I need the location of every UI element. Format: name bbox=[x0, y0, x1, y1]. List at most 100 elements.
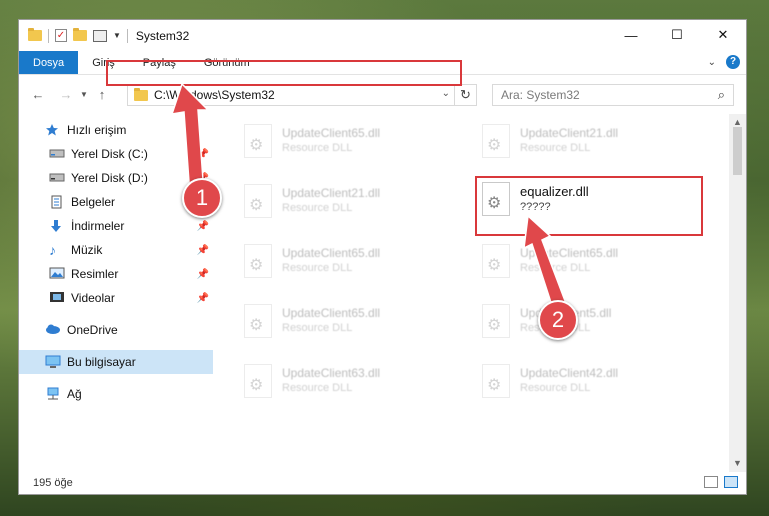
sidebar-item-network[interactable]: Ağ bbox=[19, 382, 213, 406]
pictures-icon bbox=[49, 267, 65, 281]
sidebar-item-label: Yerel Disk (D:) bbox=[71, 171, 148, 185]
file-item[interactable]: UpdateClient63.dll Resource DLL bbox=[240, 358, 460, 410]
step-badge-2: 2 bbox=[538, 300, 578, 340]
sidebar-item-label: Müzik bbox=[71, 243, 103, 257]
sidebar-item-label: OneDrive bbox=[67, 323, 118, 337]
sidebar-item-this-pc[interactable]: Bu bilgisayar bbox=[19, 350, 213, 374]
file-item[interactable]: UpdateClient21.dll Resource DLL bbox=[240, 178, 460, 230]
view-properties-icon[interactable] bbox=[93, 29, 107, 42]
sidebar-item-downloads[interactable]: İndirmeler 📌 bbox=[19, 214, 213, 238]
scroll-down-icon[interactable]: ▼ bbox=[729, 455, 746, 472]
address-highlight-box bbox=[106, 60, 462, 86]
sidebar-item-label: Belgeler bbox=[71, 195, 116, 209]
file-type: Resource DLL bbox=[282, 262, 353, 274]
properties-check-icon[interactable]: ✓ bbox=[55, 29, 67, 42]
search-placeholder: Ara: System32 bbox=[501, 88, 580, 102]
status-bar: 195 öğe bbox=[19, 472, 746, 494]
customize-dropdown-icon[interactable]: ▼ bbox=[113, 31, 121, 40]
file-item[interactable]: UpdateClient65.dllResource DLL bbox=[240, 298, 460, 350]
folder-icon bbox=[28, 28, 42, 41]
drive-icon bbox=[49, 147, 65, 161]
file-item[interactable]: UpdateClient42.dll Resource DLL bbox=[478, 358, 698, 410]
file-name: UpdateClient42.dll bbox=[520, 366, 619, 380]
file-type: Resource DLL bbox=[282, 322, 353, 334]
sidebar-item-label: Bu bilgisayar bbox=[67, 355, 136, 369]
file-item[interactable]: UpdateClient5.dllResource DLL bbox=[478, 298, 698, 350]
pin-icon[interactable]: 📌 bbox=[197, 245, 209, 256]
step-badge-1: 1 bbox=[182, 178, 222, 218]
dll-file-icon bbox=[244, 244, 272, 278]
new-folder-icon[interactable] bbox=[73, 28, 87, 41]
sidebar-item-label: Yerel Disk (C:) bbox=[71, 147, 148, 161]
address-dropdown-icon[interactable]: ⌄ bbox=[442, 88, 450, 99]
documents-icon bbox=[49, 195, 65, 209]
maximize-button[interactable]: ☐ bbox=[654, 20, 700, 50]
scrollbar-thumb[interactable] bbox=[733, 127, 742, 175]
pin-icon[interactable]: 📌 bbox=[197, 269, 209, 280]
file-name: UpdateClient65.dll bbox=[282, 126, 381, 140]
file-name: UpdateClient21.dll bbox=[282, 186, 381, 200]
view-toggle bbox=[704, 476, 738, 488]
up-arrow-icon[interactable]: ↑ bbox=[91, 87, 113, 102]
dll-file-icon bbox=[482, 364, 510, 398]
videos-icon bbox=[49, 291, 65, 305]
close-button[interactable]: ✕ bbox=[700, 20, 746, 50]
explorer-window: ✓ ▼ System32 — ☐ ✕ Dosya Giriş Paylaş Gö… bbox=[18, 19, 747, 495]
dll-file-icon bbox=[482, 244, 510, 278]
toolbar-divider bbox=[48, 28, 49, 43]
window-controls: — ☐ ✕ bbox=[608, 20, 746, 50]
file-type: Resource DLL bbox=[282, 382, 353, 394]
sidebar-item-onedrive[interactable]: OneDrive bbox=[19, 318, 213, 342]
minimize-button[interactable]: — bbox=[608, 20, 654, 50]
dll-file-icon bbox=[482, 304, 510, 338]
back-arrow-icon[interactable]: ← bbox=[27, 87, 49, 102]
drive-icon bbox=[49, 171, 65, 185]
file-name: UpdateClient21.dll bbox=[520, 126, 619, 140]
dll-file-icon bbox=[244, 184, 272, 218]
dll-file-icon bbox=[244, 124, 272, 158]
details-view-icon[interactable] bbox=[704, 476, 718, 488]
expand-ribbon-icon[interactable]: ⌄ bbox=[708, 57, 716, 68]
file-item[interactable]: UpdateClient21.dll Resource DLL bbox=[478, 118, 698, 170]
dll-file-icon bbox=[244, 304, 272, 338]
window-title: System32 bbox=[135, 28, 190, 43]
item-count: 195 öğe bbox=[33, 477, 73, 489]
cloud-icon bbox=[45, 323, 61, 337]
file-highlight-box bbox=[475, 176, 703, 236]
file-item[interactable]: UpdateClient65.dllResource DLL bbox=[478, 238, 698, 290]
folder-icon bbox=[134, 87, 148, 101]
refresh-icon[interactable]: ↻ bbox=[454, 85, 476, 105]
recent-locations-icon[interactable]: ▼ bbox=[77, 90, 91, 99]
sidebar-item-label: Ağ bbox=[67, 387, 82, 401]
file-name: UpdateClient65.dll bbox=[282, 246, 381, 260]
sidebar-item-label: Hızlı erişim bbox=[67, 123, 127, 137]
sidebar-item-music[interactable]: ♪ Müzik 📌 bbox=[19, 238, 213, 262]
pin-icon[interactable]: 📌 bbox=[197, 293, 209, 304]
tab-dosya[interactable]: Dosya bbox=[19, 51, 79, 74]
sidebar-item-label: Videolar bbox=[71, 291, 115, 305]
file-type: Resource DLL bbox=[282, 142, 353, 154]
sidebar-item-pictures[interactable]: Resimler 📌 bbox=[19, 262, 213, 286]
search-icon[interactable]: ⌕ bbox=[718, 87, 725, 103]
main-area: Hızlı erişim Yerel Disk (C:) 📌 Yerel Dis… bbox=[19, 114, 746, 472]
computer-icon bbox=[45, 355, 61, 369]
large-icons-view-icon[interactable] bbox=[724, 476, 738, 488]
vertical-scrollbar[interactable]: ▲ ▼ bbox=[729, 114, 746, 472]
network-icon bbox=[45, 387, 61, 401]
file-type: Resource DLL bbox=[282, 202, 353, 214]
help-icon[interactable]: ? bbox=[726, 55, 740, 69]
file-item[interactable]: UpdateClient65.dll Resource DLL bbox=[240, 118, 460, 170]
file-name: UpdateClient63.dll bbox=[282, 366, 381, 380]
search-input[interactable]: Ara: System32 ⌕ bbox=[492, 84, 734, 106]
quick-access-toolbar: ✓ ▼ bbox=[19, 28, 128, 43]
pin-icon[interactable]: 📌 bbox=[197, 221, 209, 232]
file-list: UpdateClient65.dll Resource DLL UpdateCli… bbox=[214, 114, 746, 472]
music-icon: ♪ bbox=[49, 242, 56, 258]
file-item[interactable]: UpdateClient65.dll Resource DLL bbox=[240, 238, 460, 290]
forward-arrow-icon[interactable]: → bbox=[55, 87, 77, 102]
toolbar-divider bbox=[126, 28, 128, 43]
dll-file-icon bbox=[244, 364, 272, 398]
sidebar-item-videos[interactable]: Videolar 📌 bbox=[19, 286, 213, 310]
sidebar-item-label: İndirmeler bbox=[71, 219, 125, 233]
ribbon-right-controls: ⌄ ? bbox=[708, 55, 740, 69]
